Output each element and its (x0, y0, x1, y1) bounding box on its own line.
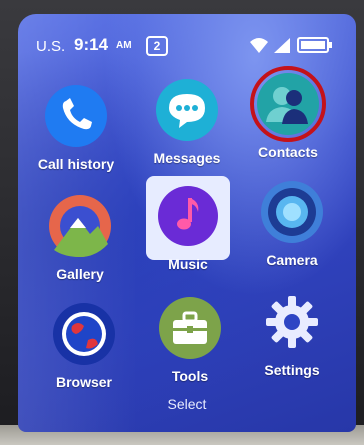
status-bar: U.S. 9:14 AM 2 (18, 34, 356, 60)
app-gallery[interactable]: Gallery (28, 194, 132, 304)
phone-screen: U.S. 9:14 AM 2 Call history Messages Con… (18, 14, 356, 432)
app-contacts[interactable]: Contacts (236, 66, 340, 182)
app-camera[interactable]: Camera (240, 180, 344, 290)
app-label: Settings (264, 362, 320, 378)
carrier-label: U.S. (36, 38, 66, 55)
clock-time: 9:14 (74, 35, 109, 54)
app-settings[interactable]: Settings (240, 290, 344, 400)
notification-count-badge: 2 (146, 36, 168, 56)
gallery-icon (49, 195, 111, 257)
globe-icon (53, 303, 115, 365)
app-label: Call history (37, 156, 115, 172)
toolbox-icon (159, 297, 221, 359)
app-music[interactable]: Music (136, 176, 240, 294)
phone-icon (45, 85, 107, 147)
gear-icon (266, 296, 318, 348)
contacts-icon (250, 66, 326, 142)
app-label: Contacts (258, 144, 318, 160)
app-tools[interactable]: Tools (138, 296, 242, 406)
app-messages[interactable]: Messages (135, 78, 239, 188)
clock-am-pm: AM (116, 40, 132, 51)
app-label: Messages (153, 150, 221, 166)
wifi-icon (250, 38, 268, 53)
chat-bubble-icon (156, 79, 218, 141)
app-label: Camera (266, 252, 318, 268)
app-label: Tools (171, 368, 209, 384)
music-note-icon (146, 176, 230, 260)
system-icons (250, 37, 332, 53)
app-label: Music (168, 256, 208, 272)
app-label: Gallery (56, 266, 104, 282)
signal-icon (274, 38, 290, 53)
app-call-history[interactable]: Call history (24, 84, 128, 194)
app-label: Browser (55, 374, 113, 390)
battery-icon (297, 37, 332, 53)
camera-icon (261, 181, 323, 243)
softkey-select[interactable]: Select (18, 396, 356, 412)
